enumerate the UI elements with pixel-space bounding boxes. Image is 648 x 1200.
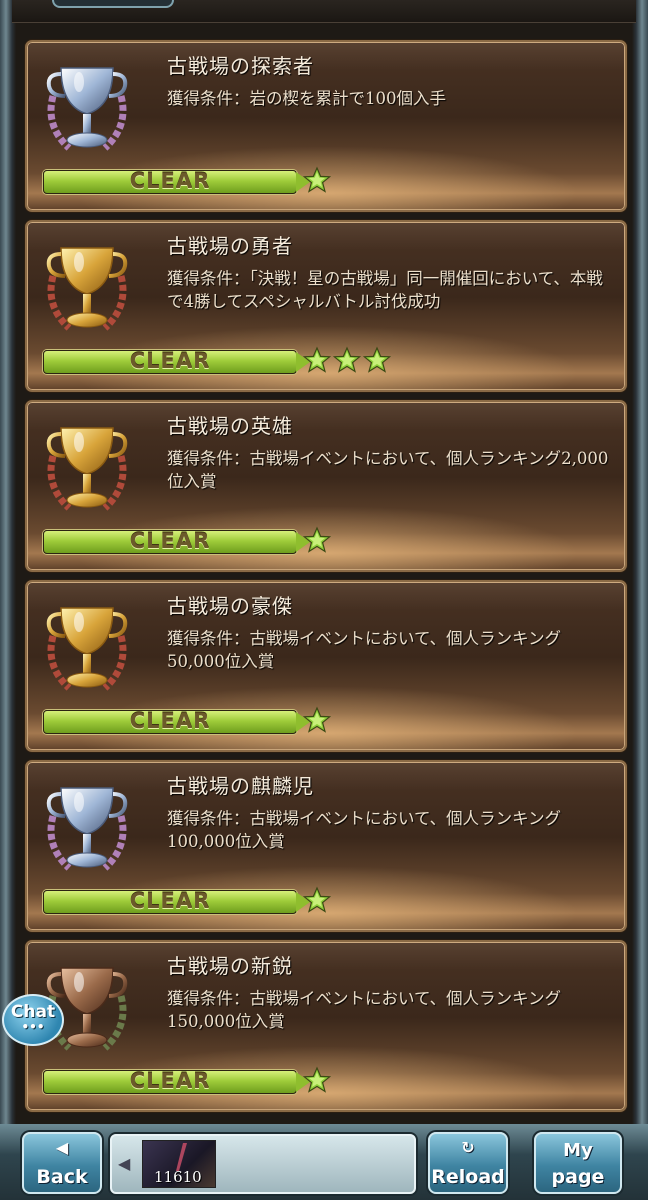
star-rating — [302, 886, 333, 914]
star-rating — [302, 346, 393, 374]
chat-label: Chat — [10, 1002, 56, 1022]
achievement-title: 古戦場の探索者 — [167, 54, 314, 78]
achievement-condition: 獲得条件：「決戦！星の古戦場」同一開催回において、本戦で4勝してスペシャルバトル… — [167, 269, 603, 311]
bottom-nav: ◀ Back ◀ 11610 ↻ Reload My page — [0, 1124, 648, 1200]
star-icon — [302, 1066, 332, 1094]
mypage-label-line1: My — [563, 1140, 593, 1161]
star-icon — [302, 166, 332, 194]
achievement-condition: 獲得条件：岩の楔を累計で100個入手 — [167, 89, 446, 108]
trophy-icon — [39, 56, 135, 166]
star-icon — [302, 526, 332, 554]
star-rating — [302, 526, 333, 554]
achievement-condition: 獲得条件：古戦場イベントにおいて、個人ランキング150,000位入賞 — [167, 989, 562, 1031]
trophy-icon — [39, 596, 135, 706]
reload-label: Reload — [431, 1166, 505, 1188]
clear-progress-bar: CLEAR — [43, 169, 310, 194]
item-count: 11610 — [154, 1168, 202, 1186]
back-button[interactable]: ◀ Back — [22, 1132, 102, 1194]
top-strip — [12, 0, 636, 23]
achievement-title: 古戦場の英雄 — [167, 414, 293, 438]
achievement-title: 古戦場の麒麟児 — [167, 774, 314, 798]
achievement-card[interactable]: 古戦場の新鋭獲得条件：古戦場イベントにおいて、個人ランキング150,000位入賞… — [25, 940, 627, 1112]
star-rating — [302, 706, 333, 734]
clear-label: CLEAR — [129, 889, 211, 913]
status-panel[interactable]: ◀ 11610 — [110, 1134, 416, 1194]
achievement-title: 古戦場の勇者 — [167, 234, 293, 258]
achievement-condition: 獲得条件：古戦場イベントにおいて、個人ランキング100,000位入賞 — [167, 809, 562, 851]
clear-label: CLEAR — [129, 709, 211, 733]
achievement-condition: 獲得条件：古戦場イベントにおいて、個人ランキング2,000位入賞 — [167, 449, 609, 491]
panel-left-arrow-icon[interactable]: ◀ — [118, 1154, 130, 1173]
clear-progress-bar: CLEAR — [43, 1069, 310, 1094]
achievement-title: 古戦場の新鋭 — [167, 954, 293, 978]
back-label: Back — [36, 1166, 88, 1188]
back-arrow-icon: ◀ — [55, 1138, 69, 1157]
achievement-condition: 獲得条件：古戦場イベントにおいて、個人ランキング50,000位入賞 — [167, 629, 562, 671]
star-icon — [302, 886, 332, 914]
clear-progress-bar: CLEAR — [43, 529, 310, 554]
achievement-card[interactable]: 古戦場の豪傑獲得条件：古戦場イベントにおいて、個人ランキング50,000位入賞 C… — [25, 580, 627, 752]
trophy-icon — [39, 236, 135, 346]
reload-button[interactable]: ↻ Reload — [428, 1132, 508, 1194]
star-icon — [362, 346, 392, 374]
clear-label: CLEAR — [129, 169, 211, 193]
clear-progress-bar: CLEAR — [43, 349, 310, 374]
star-icon — [302, 346, 332, 374]
clear-label: CLEAR — [129, 1069, 211, 1093]
star-icon — [332, 346, 362, 374]
star-rating — [302, 166, 333, 194]
top-tab[interactable] — [52, 0, 174, 8]
clear-label: CLEAR — [129, 349, 211, 373]
chat-button[interactable]: Chat ••• — [2, 994, 64, 1046]
achievement-card[interactable]: 古戦場の麒麟児獲得条件：古戦場イベントにおいて、個人ランキング100,000位入… — [25, 760, 627, 932]
star-rating — [302, 1066, 333, 1094]
chat-dots-icon: ••• — [21, 1020, 45, 1034]
clear-progress-bar: CLEAR — [43, 709, 310, 734]
reload-icon: ↻ — [461, 1138, 475, 1157]
trophy-icon — [39, 416, 135, 526]
mypage-button[interactable]: My page — [534, 1132, 622, 1194]
achievement-card[interactable]: 古戦場の英雄獲得条件：古戦場イベントにおいて、個人ランキング2,000位入賞 CL… — [25, 400, 627, 572]
achievement-card[interactable]: 古戦場の探索者獲得条件：岩の楔を累計で100個入手 CLEAR — [25, 40, 627, 212]
achievement-title: 古戦場の豪傑 — [167, 594, 293, 618]
mypage-label-line2: page — [551, 1166, 605, 1188]
achievement-card[interactable]: 古戦場の勇者獲得条件：「決戦！星の古戦場」同一開催回において、本戦で4勝してスペ… — [25, 220, 627, 392]
star-icon — [302, 706, 332, 734]
clear-label: CLEAR — [129, 529, 211, 553]
trophy-icon — [39, 776, 135, 886]
clear-progress-bar: CLEAR — [43, 889, 310, 914]
